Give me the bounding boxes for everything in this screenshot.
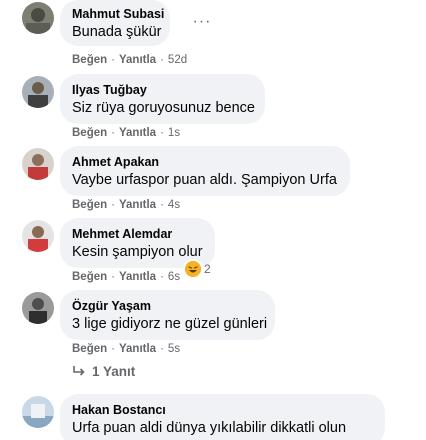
comment-actions: Beğen · Yanıtla · 52d: [72, 54, 188, 66]
reply-arrow-icon: [72, 365, 86, 379]
comment-timestamp[interactable]: 4s: [168, 199, 180, 211]
comment-author[interactable]: Hakan Bostancı: [72, 402, 373, 418]
more-options-button[interactable]: ···: [188, 8, 216, 36]
avatar[interactable]: [22, 148, 54, 180]
reply-button[interactable]: Yanıtla: [119, 127, 156, 139]
comment-text: Kesin şampiyon olur: [72, 244, 203, 260]
comment-timestamp[interactable]: 5s: [168, 343, 180, 355]
like-button[interactable]: Beğen: [72, 271, 107, 283]
comment-actions: Beğen · Yanıtla · 4s: [72, 199, 181, 211]
comment-author[interactable]: Özgür Yaşam: [72, 298, 263, 314]
avatar[interactable]: [22, 76, 54, 108]
like-button[interactable]: Beğen: [72, 54, 107, 66]
view-replies-link[interactable]: 1 Yanıt: [72, 364, 135, 379]
reply-button[interactable]: Yanıtla: [119, 271, 156, 283]
comment-timestamp[interactable]: 52d: [168, 54, 187, 66]
comment-bubble: Hakan Bostancı Urfa puan aldi dünya yıkı…: [60, 394, 385, 440]
comment-bubble: Ilyas Tuğbay Siz rüya goruyosunuz bence: [60, 74, 265, 124]
comment-text: Urfa puan aldi dünya yıkılabilir dikkatl…: [72, 420, 347, 436]
avatar[interactable]: [22, 2, 54, 34]
comment-author[interactable]: Ahmet Apakan: [72, 154, 338, 170]
like-button[interactable]: Beğen: [72, 343, 107, 355]
like-button[interactable]: Beğen: [72, 199, 107, 211]
comment-bubble: Özgür Yaşam 3 lige gidiyorz ne güzel gün…: [60, 290, 275, 340]
reply-button[interactable]: Yanıtla: [119, 54, 156, 66]
comment-text: Vaybe urfaspor puan aldı. Şampiyon Urfa: [72, 172, 337, 188]
comment-bubble: Ahmet Apakan Vaybe urfaspor puan aldı. Ş…: [60, 146, 350, 196]
comment-author[interactable]: Ilyas Tuğbay: [72, 82, 253, 98]
comment-text: Siz rüya goruyosunuz bence: [72, 100, 255, 116]
comment-feed: Mahmut Subasi Bunada şükür ··· Beğen · Yan…: [0, 0, 426, 440]
comment-author[interactable]: Mehmet Alemdar: [72, 226, 203, 242]
comment-text: 3 lige gidiyorz ne güzel günleri: [72, 316, 268, 332]
avatar[interactable]: [22, 292, 54, 324]
comment-timestamp[interactable]: 1s: [168, 127, 180, 139]
reaction-summary[interactable]: 2: [185, 260, 211, 278]
comment-bubble: Mahmut Subasi Bunada şükür: [60, 0, 170, 46]
reply-button[interactable]: Yanıtla: [119, 199, 156, 211]
replies-label: 1 Yanıt: [92, 364, 136, 379]
haha-emoji-icon: [185, 261, 201, 277]
comment-actions: Beğen · Yanıtla · 1s: [72, 127, 181, 139]
avatar[interactable]: [22, 396, 54, 428]
reply-button[interactable]: Yanıtla: [119, 343, 156, 355]
comment-actions: Beğen · Yanıtla · 6s: [72, 271, 181, 283]
comment-author[interactable]: Mahmut Subasi: [72, 6, 164, 22]
comment-actions: Beğen · Yanıtla · 5s: [72, 343, 181, 355]
reaction-count: 2: [204, 262, 211, 276]
like-button[interactable]: Beğen: [72, 127, 107, 139]
comment-text: Bunada şükür: [72, 24, 162, 40]
avatar[interactable]: [22, 220, 54, 252]
comment-timestamp[interactable]: 6s: [168, 271, 180, 283]
